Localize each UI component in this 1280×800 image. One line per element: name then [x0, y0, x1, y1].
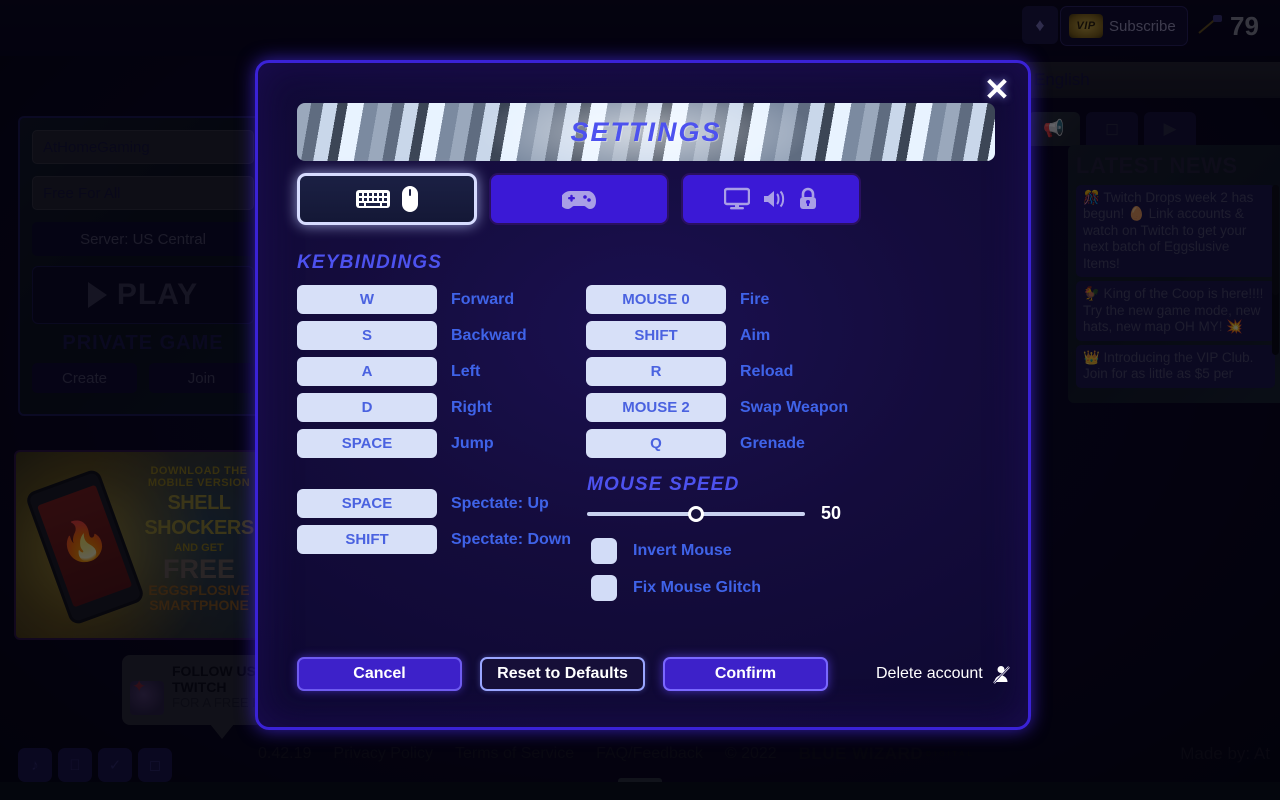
- cancel-button[interactable]: Cancel: [297, 657, 462, 691]
- game-screen: ♦ VIP Subscribe 79 English AtHomeGaming …: [0, 0, 1280, 800]
- keybinding-action: Spectate: Up: [451, 494, 549, 512]
- keybinding-row: R Reload: [586, 357, 848, 386]
- close-icon[interactable]: ✕: [980, 73, 1014, 107]
- keybinding-key[interactable]: A: [297, 357, 437, 386]
- fix-mouse-glitch-checkbox[interactable]: [591, 575, 617, 601]
- keybinding-action: Fire: [740, 290, 770, 308]
- keybinding-key[interactable]: SHIFT: [297, 525, 437, 554]
- keybinding-action: Aim: [740, 326, 771, 344]
- mouse-speed-thumb[interactable]: [688, 505, 704, 522]
- keybinding-action: Swap Weapon: [740, 398, 849, 416]
- confirm-button[interactable]: Confirm: [663, 657, 828, 691]
- gamepad-icon: [562, 191, 596, 209]
- keybinding-row: MOUSE 0 Fire: [586, 285, 848, 314]
- keybinding-key[interactable]: S: [297, 321, 437, 350]
- keybinding-key[interactable]: MOUSE 2: [586, 393, 726, 422]
- fix-mouse-glitch-row[interactable]: Fix Mouse Glitch: [591, 575, 761, 601]
- fix-mouse-glitch-label: Fix Mouse Glitch: [633, 579, 762, 596]
- invert-mouse-label: Invert Mouse: [633, 542, 732, 559]
- lock-icon: [800, 187, 816, 209]
- mouse-speed-header: MOUSE SPEED: [587, 474, 740, 495]
- keybinding-row: SPACE Spectate: Up: [297, 489, 571, 518]
- keybinding-row: D Right: [297, 393, 527, 422]
- keybinding-key[interactable]: R: [586, 357, 726, 386]
- keybinding-action: Grenade: [740, 434, 805, 452]
- keybinding-key[interactable]: D: [297, 393, 437, 422]
- mouse-speed-value: 50: [821, 503, 842, 523]
- keybinding-row: SPACE Jump: [297, 429, 527, 458]
- keybinding-row: Q Grenade: [586, 429, 848, 458]
- mouse-options: Invert Mouse Fix Mouse Glitch: [591, 538, 761, 601]
- keybinding-action: Reload: [740, 362, 794, 380]
- keybinding-key[interactable]: W: [297, 285, 437, 314]
- settings-modal: ✕ SETTINGS KEYBINDINGS W Forward S Backw…: [255, 60, 1031, 730]
- monitor-icon: [724, 187, 750, 210]
- mouse-icon: [402, 186, 418, 212]
- keybinding-key[interactable]: MOUSE 0: [586, 285, 726, 314]
- keybinding-row: SHIFT Spectate: Down: [297, 525, 571, 554]
- keybinding-row: S Backward: [297, 321, 527, 350]
- keybindings-column-left: W Forward S Backward A Left D Right SPAC…: [297, 285, 527, 458]
- mouse-speed-slider[interactable]: [587, 505, 805, 522]
- keybinding-key[interactable]: SPACE: [297, 429, 437, 458]
- reset-to-defaults-button[interactable]: Reset to Defaults: [480, 657, 645, 691]
- keybinding-action: Forward: [451, 290, 515, 308]
- keybinding-row: A Left: [297, 357, 527, 386]
- user-remove-icon: [992, 666, 1010, 684]
- keybinding-action: Backward: [451, 326, 527, 344]
- keybindings-header: KEYBINDINGS: [297, 252, 443, 273]
- keybinding-key[interactable]: SHIFT: [586, 321, 726, 350]
- mouse-speed-control: 50: [587, 503, 841, 524]
- keyboard-icon: [356, 190, 390, 208]
- keybinding-action: Spectate: Down: [451, 530, 572, 548]
- speaker-icon: [764, 190, 785, 208]
- keybinding-key[interactable]: Q: [586, 429, 726, 458]
- keybinding-key[interactable]: SPACE: [297, 489, 437, 518]
- keybinding-row: MOUSE 2 Swap Weapon: [586, 393, 848, 422]
- keybindings-column-right: MOUSE 0 Fire SHIFT Aim R Reload MOUSE 2 …: [586, 285, 848, 458]
- delete-account-button[interactable]: Delete account: [876, 664, 1011, 684]
- invert-mouse-checkbox[interactable]: [591, 538, 617, 564]
- modal-title-banner: SETTINGS: [297, 103, 995, 161]
- keybinding-row: W Forward: [297, 285, 527, 314]
- settings-tabs: [297, 173, 861, 225]
- keybinding-row: SHIFT Aim: [586, 321, 848, 350]
- tab-gamepad[interactable]: [489, 173, 669, 225]
- page-title: SETTINGS: [570, 116, 722, 147]
- keybinding-action: Left: [451, 362, 481, 380]
- invert-mouse-row[interactable]: Invert Mouse: [591, 538, 761, 564]
- tab-video-audio-privacy[interactable]: [681, 173, 861, 225]
- modal-actions: Cancel Reset to Defaults Confirm Delete …: [297, 657, 1011, 691]
- keybinding-action: Right: [451, 398, 492, 416]
- delete-account-label: Delete account: [876, 665, 983, 682]
- keybindings-spectate: SPACE Spectate: Up SHIFT Spectate: Down: [297, 489, 571, 554]
- keybinding-action: Jump: [451, 434, 494, 452]
- tab-keyboard-mouse[interactable]: [297, 173, 477, 225]
